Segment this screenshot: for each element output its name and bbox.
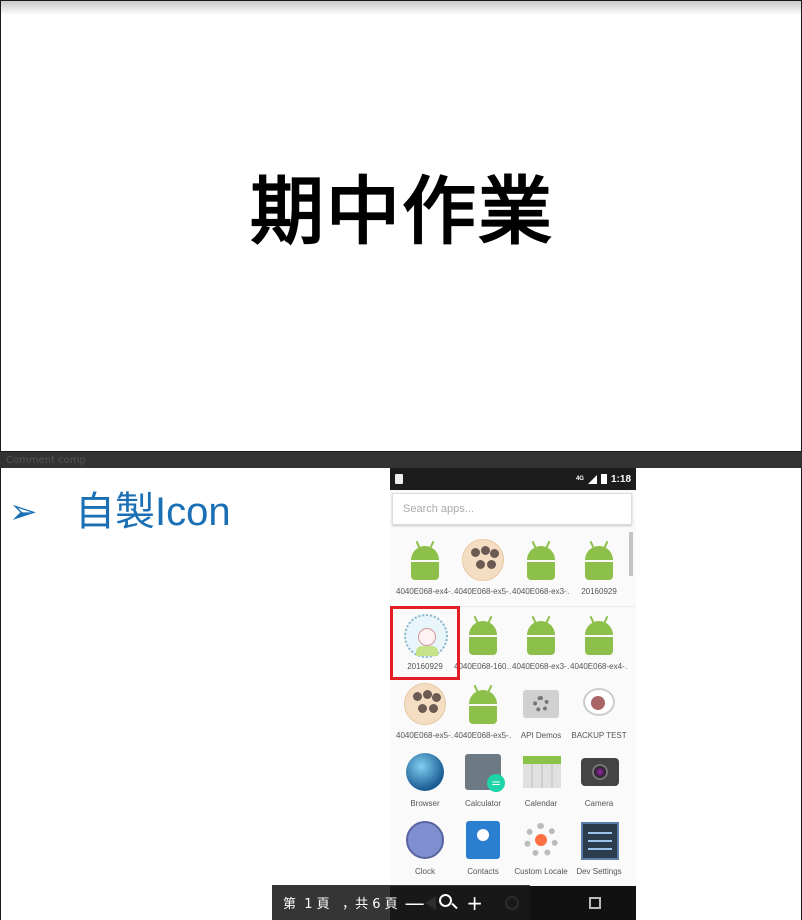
zoom-out-button[interactable]: — xyxy=(404,891,426,915)
app-item[interactable]: 4040E068-ex5-… xyxy=(454,538,512,606)
app-item[interactable]: 4040E068-ex3-… xyxy=(512,613,570,682)
app-item[interactable]: 4040E068-ex5-… xyxy=(454,682,512,750)
app-item[interactable]: 4040E068-ex4-… xyxy=(396,538,454,606)
phone-screenshot: 4G 1:18 Search apps... 4040E068-ex4-… 40… xyxy=(390,468,636,920)
folder-gear-icon xyxy=(519,682,563,726)
app-label: 4040E068-ex5-… xyxy=(454,587,512,596)
status-indicators: 4G 1:18 xyxy=(576,474,631,485)
app-item[interactable]: Dev Settings xyxy=(570,818,628,886)
globe-icon xyxy=(403,750,447,794)
app-label: 4040E068-ex4-… xyxy=(570,662,628,671)
slide-2-heading: ➢ 自製Icon xyxy=(9,490,231,534)
hidden-comment-label: Comment comp xyxy=(6,455,86,466)
slide-2-title: 自製Icon xyxy=(75,490,231,534)
sheep-icon xyxy=(577,682,621,726)
app-label: Dev Settings xyxy=(576,867,622,876)
arrow-bullet-icon: ➢ xyxy=(9,492,38,532)
app-label: API Demos xyxy=(520,731,562,740)
search-apps-input[interactable]: Search apps... xyxy=(392,493,632,525)
app-label: Calculator xyxy=(464,799,501,808)
document-viewer: 期中作業 Comment comp ➢ 自製Icon 4G 1:18 Searc… xyxy=(0,0,802,920)
app-label: 4040E068-ex3-… xyxy=(512,587,570,596)
gear-icon xyxy=(519,818,563,862)
android-icon xyxy=(577,538,621,582)
status-bar: 4G 1:18 xyxy=(390,468,636,490)
app-row: 4040E068-ex5-… 4040E068-ex5-… API Demos … xyxy=(390,682,636,750)
app-row: 4040E068-ex4-… 4040E068-ex5-… 4040E068-e… xyxy=(390,538,636,606)
app-item[interactable]: Camera xyxy=(570,750,628,818)
battery-icon xyxy=(600,474,607,484)
app-label: 20160929 xyxy=(581,587,617,596)
calculator-icon: = xyxy=(461,750,505,794)
slide-top-shade xyxy=(1,1,801,15)
highlight-box xyxy=(390,606,460,680)
recents-icon[interactable] xyxy=(589,897,602,909)
slide-gap xyxy=(0,452,802,468)
network-type: 4G xyxy=(575,476,584,482)
app-item[interactable]: Calendar xyxy=(512,750,570,818)
app-item[interactable]: Custom Locale xyxy=(512,818,570,886)
signal-icon xyxy=(587,474,597,484)
app-label: Clock xyxy=(414,867,435,876)
app-item[interactable]: 4040E068-ex4-… xyxy=(570,613,628,682)
group-avatar-icon xyxy=(461,538,505,582)
app-label: Camera xyxy=(584,799,614,808)
app-item[interactable]: 4040E068-ex3-… xyxy=(512,538,570,606)
slide-1: 期中作業 xyxy=(0,0,802,452)
android-icon xyxy=(461,682,505,726)
app-item[interactable]: 4040E068-ex5-… xyxy=(396,682,454,750)
android-icon xyxy=(519,538,563,582)
zoom-in-button[interactable]: + xyxy=(464,891,486,915)
android-icon xyxy=(519,613,563,657)
android-icon xyxy=(403,538,447,582)
app-label: 4040E068-ex5-… xyxy=(396,731,454,740)
sd-card-icon xyxy=(395,474,403,484)
app-label: BACKUP TEST xyxy=(571,731,627,740)
app-label: Calendar xyxy=(524,799,558,808)
dev-settings-icon xyxy=(577,818,621,862)
app-label: 4040E068-ex5-… xyxy=(454,731,512,740)
app-row: Browser = Calculator Calendar Camera xyxy=(390,750,636,818)
android-icon xyxy=(461,613,505,657)
slide-2: ➢ 自製Icon 4G 1:18 Search apps... 4040E068… xyxy=(0,468,802,920)
calendar-icon xyxy=(519,750,563,794)
status-time: 1:18 xyxy=(610,473,631,485)
app-label: Browser xyxy=(410,799,440,808)
app-item[interactable]: = Calculator xyxy=(454,750,512,818)
app-item[interactable]: 4040E068-160… xyxy=(454,613,512,682)
page-indicator: 第 1 頁 ，共 6 頁 xyxy=(283,897,398,912)
app-row: Clock Contacts Custom Locale Dev Setting… xyxy=(390,818,636,886)
app-item[interactable]: Contacts xyxy=(454,818,512,886)
zoom-icon[interactable] xyxy=(436,892,458,914)
app-label: Contacts xyxy=(467,867,499,876)
app-item[interactable]: Browser xyxy=(396,750,454,818)
app-label: Custom Locale xyxy=(514,867,568,876)
app-item[interactable]: BACKUP TEST xyxy=(570,682,628,750)
app-label: 4040E068-ex3-… xyxy=(512,662,570,671)
group-avatar-icon xyxy=(403,682,447,726)
slide-1-title: 期中作業 xyxy=(250,169,554,255)
clock-icon xyxy=(403,818,447,862)
page-toolbar: 第 1 頁 ，共 6 頁 — + xyxy=(272,885,530,920)
app-item[interactable]: API Demos xyxy=(512,682,570,750)
app-item[interactable]: 20160929 xyxy=(570,538,628,606)
app-grid: 4040E068-ex4-… 4040E068-ex5-… 4040E068-e… xyxy=(390,538,636,886)
contacts-icon xyxy=(461,818,505,862)
app-label: 4040E068-ex4-… xyxy=(396,587,454,596)
app-label: 4040E068-160… xyxy=(454,662,512,671)
app-item[interactable]: Clock xyxy=(396,818,454,886)
camera-icon xyxy=(577,750,621,794)
android-icon xyxy=(577,613,621,657)
